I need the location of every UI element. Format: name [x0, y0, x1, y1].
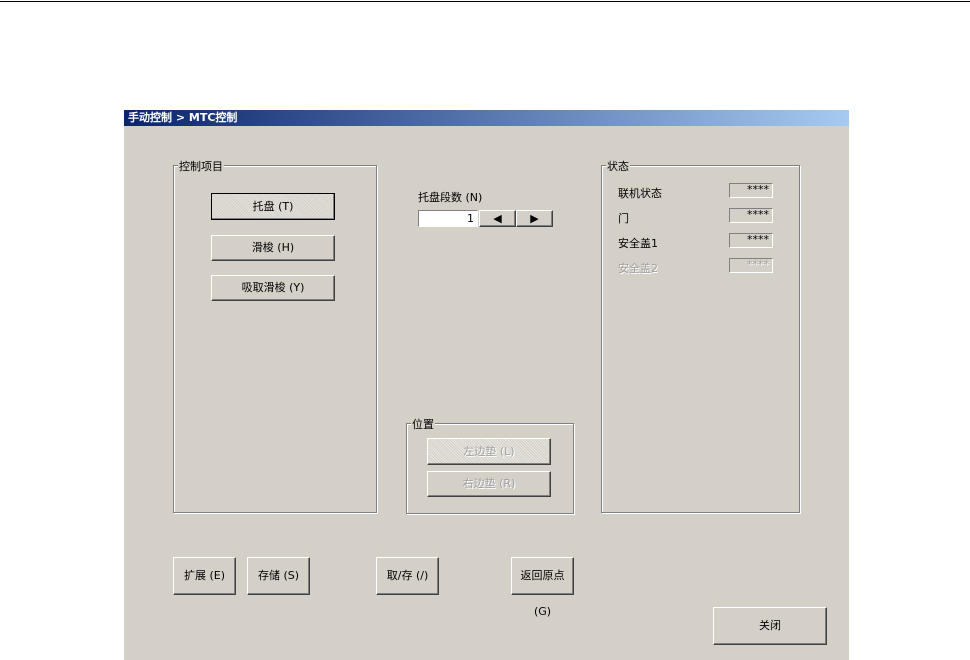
right-arrow-icon: ▶	[530, 212, 539, 225]
decrement-button[interactable]: ◀	[479, 210, 516, 227]
safety-cover-2-value: ****	[729, 258, 773, 273]
return-home-button[interactable]: 返回原点 (G)	[511, 557, 574, 618]
expand-button[interactable]: 扩展 (E)	[173, 557, 236, 595]
suction-shuttle-button[interactable]: 吸取滑梭 (Y)	[211, 275, 335, 301]
close-button[interactable]: 关闭	[713, 607, 827, 645]
position-label: 位置	[411, 416, 435, 432]
top-border-line	[0, 1, 970, 2]
safety-cover-1-value: ****	[729, 233, 773, 248]
shuttle-button[interactable]: 滑梭 (H)	[211, 235, 335, 261]
door-value: ****	[729, 208, 773, 223]
online-status-value: ****	[729, 183, 773, 198]
pallet-count-label: 托盘段数 (N)	[418, 191, 483, 204]
pallet-count-input[interactable]: 1	[418, 210, 478, 227]
pallet-button[interactable]: 托盘 (T)	[211, 193, 335, 220]
left-arrow-icon: ◀	[493, 212, 502, 225]
left-pad-button[interactable]: 左边垫 (L)	[427, 438, 551, 465]
right-pad-button[interactable]: 右边垫 (R)	[427, 471, 551, 497]
online-status-label: 联机状态	[618, 187, 662, 200]
fetch-store-button[interactable]: 取/存 (/)	[376, 557, 439, 595]
increment-button[interactable]: ▶	[516, 210, 553, 227]
door-label: 门	[618, 212, 629, 225]
safety-cover-1-label: 安全盖1	[618, 237, 658, 250]
position-group: 位置	[406, 416, 574, 514]
control-items-label: 控制项目	[178, 158, 224, 174]
safety-cover-2-label: 安全盖2	[618, 262, 658, 275]
store-button[interactable]: 存储 (S)	[247, 557, 310, 595]
mtc-control-dialog: 手动控制 > MTC控制 控制项目 托盘 (T) 滑梭 (H) 吸取滑梭 (Y)…	[123, 109, 849, 660]
status-label: 状态	[606, 158, 630, 174]
title-bar: 手动控制 > MTC控制	[124, 110, 849, 126]
